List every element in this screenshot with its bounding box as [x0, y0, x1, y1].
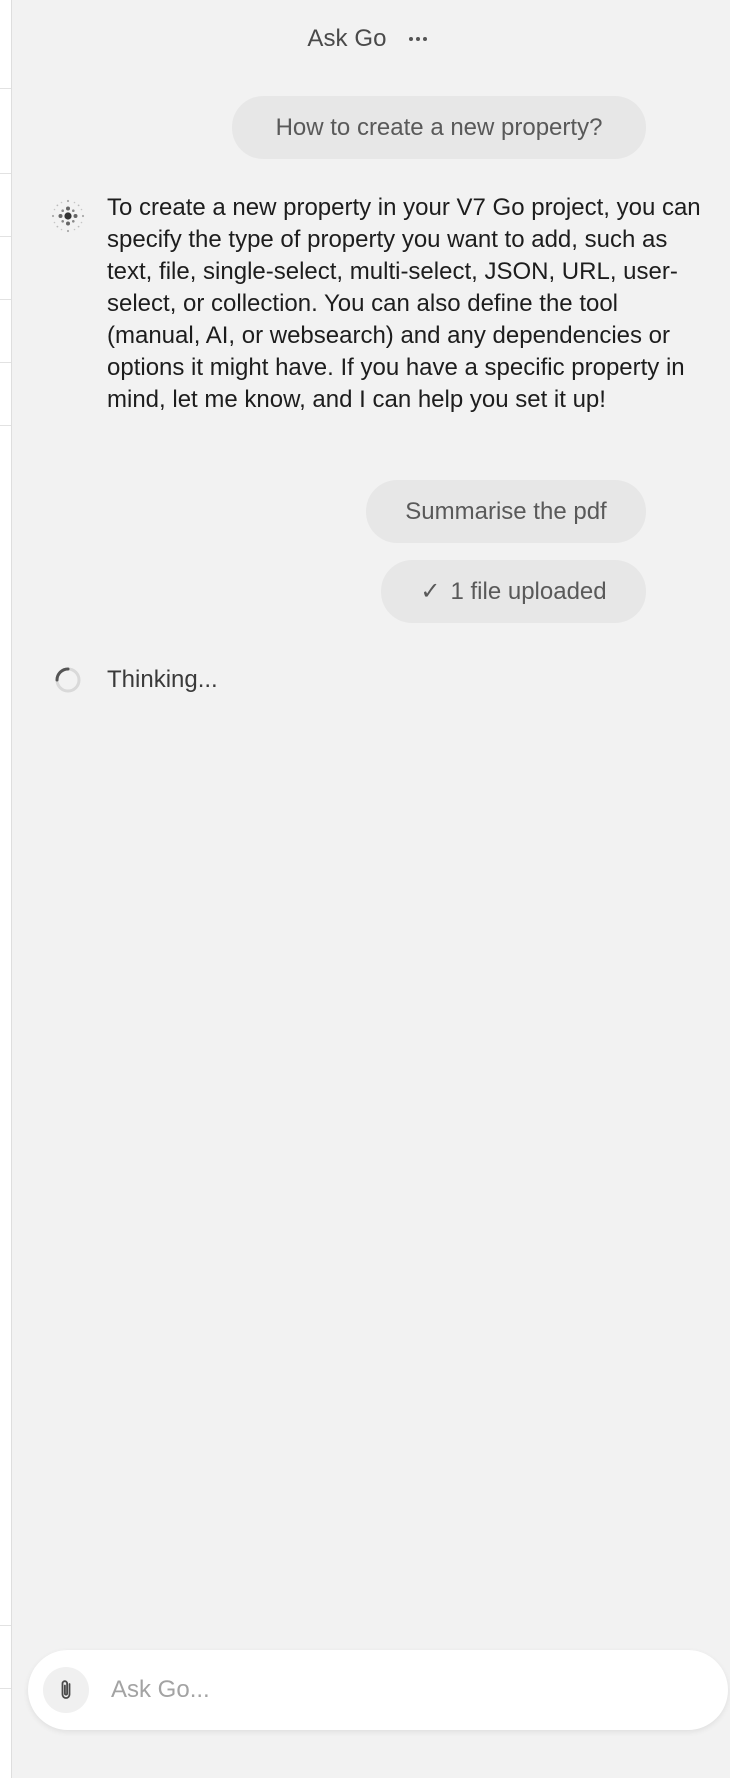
attach-file-button[interactable]	[43, 1667, 89, 1713]
row-divider	[0, 173, 11, 174]
loading-spinner-icon	[55, 667, 81, 693]
thinking-text: Thinking...	[107, 666, 218, 693]
row-divider	[0, 236, 11, 237]
more-options-button[interactable]	[401, 22, 435, 56]
user-message-text: Summarise the pdf	[405, 497, 607, 525]
sparkle-dots-icon	[51, 199, 85, 233]
panel-title: Ask Go	[307, 25, 387, 52]
row-divider	[0, 1688, 11, 1689]
file-upload-badge: ✓ 1 file uploaded	[381, 560, 646, 623]
left-edge-panel	[0, 0, 12, 1778]
row-divider	[0, 362, 11, 363]
user-message-text: How to create a new property?	[275, 113, 603, 141]
panel-header: Ask Go	[12, 18, 730, 60]
row-divider	[0, 88, 11, 89]
user-message-bubble: Summarise the pdf	[366, 480, 646, 543]
more-horizontal-icon	[408, 37, 427, 41]
row-divider	[0, 425, 11, 426]
ask-go-panel: Ask Go How to create a new property? To …	[12, 0, 730, 1778]
user-message-bubble: How to create a new property?	[232, 96, 646, 159]
thinking-status: Thinking...	[52, 662, 218, 698]
assistant-message-text: To create a new property in your V7 Go p…	[107, 194, 701, 413]
checkmark-icon: ✓	[420, 578, 441, 605]
row-divider	[0, 1625, 11, 1626]
row-divider	[0, 299, 11, 300]
file-upload-text: 1 file uploaded	[450, 577, 607, 605]
message-composer	[28, 1650, 728, 1730]
paperclip-icon	[61, 1680, 71, 1699]
assistant-avatar	[46, 194, 90, 238]
ask-go-input[interactable]	[111, 1670, 701, 1710]
